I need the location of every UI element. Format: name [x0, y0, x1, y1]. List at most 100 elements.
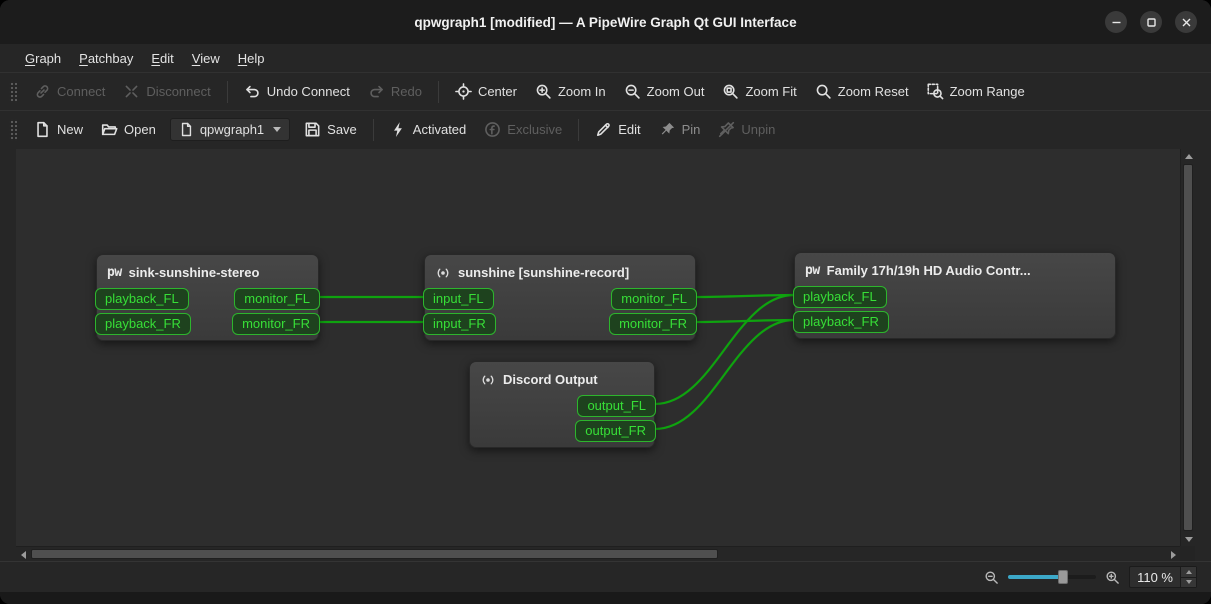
save-label: Save: [327, 122, 357, 137]
media-stream-icon: [480, 372, 496, 388]
port-playback-fr[interactable]: playback_FR: [793, 311, 889, 333]
zoom-reset-icon: [815, 83, 832, 100]
toolbar-separator: [373, 119, 374, 141]
statusbar: 110 %: [0, 561, 1211, 592]
port-input-fr[interactable]: input_FR: [423, 313, 496, 335]
node-family-hd-audio[interactable]: pw Family 17h/19h HD Audio Contr... play…: [794, 252, 1116, 339]
horizontal-scroll-thumb[interactable]: [31, 549, 718, 559]
port-output-fr[interactable]: output_FR: [575, 420, 656, 442]
scroll-left-arrow[interactable]: [16, 547, 30, 562]
toolbar-drag-handle[interactable]: [9, 119, 17, 141]
zoom-slider-handle[interactable]: [1058, 570, 1068, 584]
open-button[interactable]: Open: [93, 116, 164, 143]
port-monitor-fl[interactable]: monitor_FL: [611, 288, 697, 310]
new-button[interactable]: New: [26, 116, 91, 143]
pipewire-icon: pw: [805, 263, 820, 278]
window-bottom-edge: [0, 592, 1211, 604]
zoom-in-label: Zoom In: [558, 84, 606, 99]
save-button[interactable]: Save: [296, 116, 365, 143]
port-monitor-fr[interactable]: monitor_FR: [609, 313, 697, 335]
titlebar[interactable]: qpwgraph1 [modified] — A PipeWire Graph …: [0, 0, 1211, 44]
node-title: sink-sunshine-stereo: [129, 265, 260, 280]
unpin-icon: [718, 121, 735, 138]
port-playback-fr[interactable]: playback_FR: [95, 313, 191, 335]
scroll-right-arrow[interactable]: [1166, 547, 1180, 562]
pin-label: Pin: [682, 122, 701, 137]
media-stream-icon: [435, 265, 451, 281]
undo-connect-label: Undo Connect: [267, 84, 350, 99]
zoom-slider[interactable]: [1008, 569, 1096, 585]
unpin-button: Unpin: [710, 116, 783, 143]
connection-lines: [16, 149, 1180, 546]
graph-canvas[interactable]: pw sink-sunshine-stereo playback_FL moni…: [16, 149, 1180, 546]
menu-view[interactable]: View: [183, 44, 229, 72]
port-input-fl[interactable]: input_FL: [423, 288, 494, 310]
zoom-value[interactable]: 110 %: [1130, 567, 1180, 587]
minimize-button[interactable]: [1105, 11, 1127, 33]
activated-label: Activated: [413, 122, 466, 137]
connect-icon: [34, 83, 51, 100]
zoom-range-button[interactable]: Zoom Range: [919, 78, 1033, 105]
menu-edit[interactable]: Edit: [142, 44, 182, 72]
port-monitor-fr[interactable]: monitor_FR: [232, 313, 320, 335]
menu-patchbay[interactable]: Patchbay: [70, 44, 142, 72]
patchbay-select[interactable]: qpwgraph1: [170, 118, 290, 141]
patchbay-toolbar: New Open qpwgraph1 Save Activated Exclus…: [0, 110, 1211, 148]
node-discord-output[interactable]: Discord Output output_FL output_FR: [469, 361, 655, 448]
zoom-range-icon: [927, 83, 944, 100]
open-label: Open: [124, 122, 156, 137]
center-icon: [455, 83, 472, 100]
open-folder-icon: [101, 121, 118, 138]
pin-button: Pin: [651, 116, 709, 143]
connect-button: Connect: [26, 78, 113, 105]
zoom-fit-button[interactable]: Zoom Fit: [714, 78, 804, 105]
close-button[interactable]: [1175, 11, 1197, 33]
menu-view-label: V: [192, 51, 200, 66]
unpin-label: Unpin: [741, 122, 775, 137]
toolbar-separator: [578, 119, 579, 141]
disconnect-button: Disconnect: [115, 78, 218, 105]
zoom-spinbox: 110 %: [1129, 566, 1197, 588]
redo-icon: [368, 83, 385, 100]
port-output-fl[interactable]: output_FL: [577, 395, 656, 417]
scroll-down-arrow[interactable]: [1181, 532, 1196, 546]
center-button[interactable]: Center: [447, 78, 525, 105]
menu-patchbay-label: P: [79, 51, 88, 66]
zoom-spin-down-button[interactable]: [1181, 577, 1196, 588]
undo-connect-button[interactable]: Undo Connect: [236, 78, 358, 105]
patchbay-file-icon: [179, 122, 194, 137]
toolbar-drag-handle[interactable]: [9, 81, 17, 103]
maximize-button[interactable]: [1140, 11, 1162, 33]
zoom-in-button[interactable]: Zoom In: [527, 78, 614, 105]
graph-view: pw sink-sunshine-stereo playback_FL moni…: [16, 149, 1195, 561]
redo-label: Redo: [391, 84, 422, 99]
zoom-spin-up-button[interactable]: [1181, 567, 1196, 577]
menu-graph-label: G: [25, 51, 35, 66]
zoom-reset-label: Zoom Reset: [838, 84, 909, 99]
edit-button[interactable]: Edit: [587, 116, 648, 143]
toolbar-separator: [438, 81, 439, 103]
zoom-out-small-icon[interactable]: [984, 570, 999, 585]
node-sunshine-record[interactable]: sunshine [sunshine-record] input_FL moni…: [424, 254, 696, 341]
window-controls: [1105, 11, 1211, 33]
zoom-in-small-icon[interactable]: [1105, 570, 1120, 585]
node-title: Discord Output: [503, 372, 598, 387]
node-header: sunshine [sunshine-record]: [425, 260, 695, 285]
menu-help[interactable]: Help: [229, 44, 274, 72]
menu-graph[interactable]: Graph: [16, 44, 70, 72]
node-sink-sunshine-stereo[interactable]: pw sink-sunshine-stereo playback_FL moni…: [96, 254, 319, 341]
port-playback-fl[interactable]: playback_FL: [95, 288, 189, 310]
toolbar-separator: [227, 81, 228, 103]
app-window: qpwgraph1 [modified] — A PipeWire Graph …: [0, 0, 1211, 604]
scroll-up-arrow[interactable]: [1181, 149, 1196, 163]
activated-button[interactable]: Activated: [382, 116, 474, 143]
edit-pencil-icon: [595, 121, 612, 138]
disconnect-label: Disconnect: [146, 84, 210, 99]
port-playback-fl[interactable]: playback_FL: [793, 286, 887, 308]
port-monitor-fl[interactable]: monitor_FL: [234, 288, 320, 310]
vertical-scroll-thumb[interactable]: [1183, 164, 1193, 531]
zoom-reset-button[interactable]: Zoom Reset: [807, 78, 917, 105]
zoom-out-icon: [624, 83, 641, 100]
vertical-scrollbar: [1180, 149, 1195, 546]
zoom-out-button[interactable]: Zoom Out: [616, 78, 713, 105]
